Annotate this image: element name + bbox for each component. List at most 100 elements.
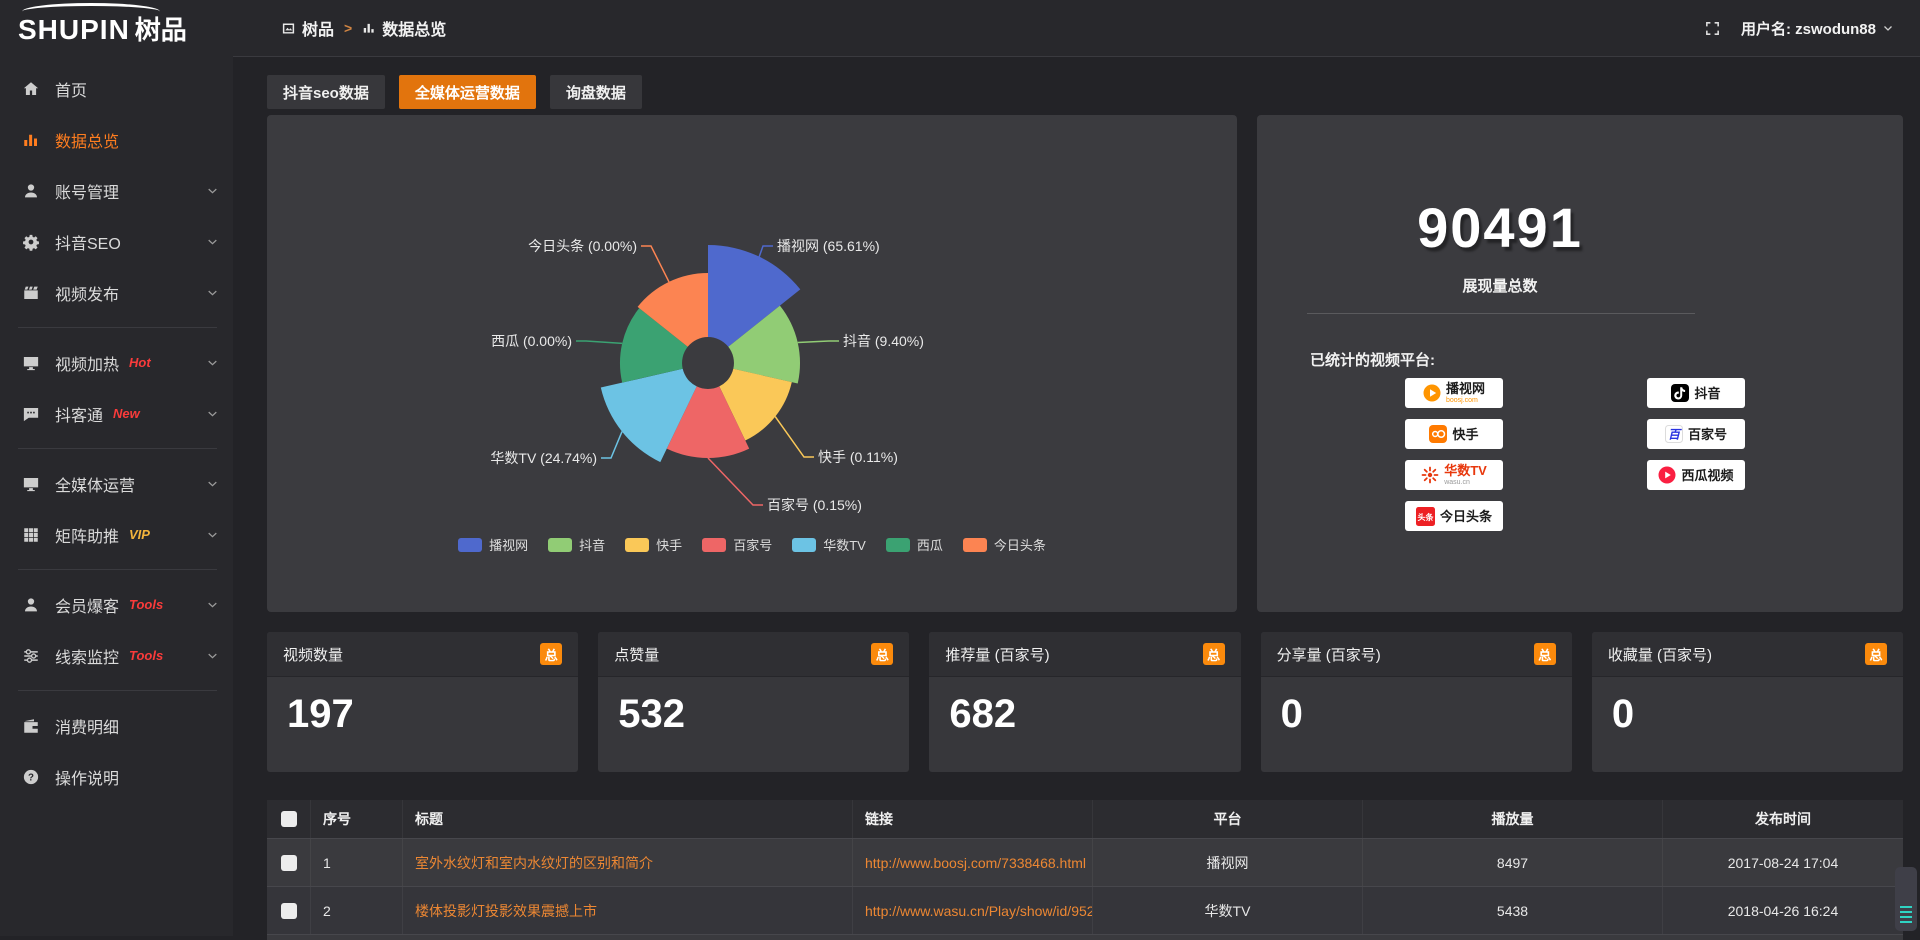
video-url-link[interactable]: http://www.boosj.com/7338468.html <box>865 855 1086 871</box>
pie-label: 播视网 (65.61%) <box>777 238 880 254</box>
sidebar: 首页数据总览账号管理抖音SEO 视频发布视频加热Hot抖客通New 全媒体运营矩阵助… <box>0 57 233 936</box>
fullscreen-icon[interactable] <box>1704 20 1721 37</box>
tab-1[interactable]: 抖音seo数据 <box>267 75 385 109</box>
platform-name: 西瓜视频 <box>1681 469 1733 482</box>
stat-card-value: 0 <box>1281 692 1303 737</box>
data-tabs: 抖音seo数据全媒体运营数据询盘数据 <box>267 75 642 109</box>
platform-sub: wasu.cn <box>1444 479 1470 486</box>
chevron-down-icon <box>206 649 219 662</box>
row-checkbox[interactable] <box>281 855 297 871</box>
table-row-1: 1室外水纹灯和室内水纹灯的区别和简介http://www.boosj.com/7… <box>267 838 1903 886</box>
stat-card-5: 收藏量 (百家号)总0 <box>1592 632 1903 772</box>
pie-label: 华数TV (24.74%) <box>490 450 597 466</box>
stat-card-value: 532 <box>618 692 685 737</box>
breadcrumb: 树品 > 数据总览 <box>281 16 446 40</box>
sidebar-item-label: 操作说明 <box>55 765 119 789</box>
total-badge: 总 <box>871 643 893 665</box>
legend-item-5[interactable]: 华数TV <box>792 535 866 554</box>
legend-swatch <box>458 538 482 552</box>
legend-swatch <box>792 538 816 552</box>
legend-item-3[interactable]: 快手 <box>625 535 682 554</box>
chevron-down-icon <box>206 235 219 248</box>
stat-card-header: 分享量 (百家号)总 <box>1261 632 1572 677</box>
sidebar-item-6[interactable]: 视频加热Hot <box>0 337 233 388</box>
cell-platform: 华数TV <box>1093 887 1363 934</box>
sidebar-item-label: 全媒体运营 <box>55 472 135 496</box>
svg-text:头条: 头条 <box>1417 512 1434 522</box>
sidebar-item-2[interactable]: 数据总览 <box>0 114 233 165</box>
sidebar-item-7[interactable]: 抖客通New <box>0 388 233 439</box>
legend-item-2[interactable]: 抖音 <box>548 535 605 554</box>
cell-index: 2 <box>311 887 403 934</box>
total-badge: 总 <box>540 643 562 665</box>
platform-name: 播视网 <box>1446 382 1485 395</box>
user-menu[interactable]: 用户名: zswodun88 <box>1741 18 1894 39</box>
pie-label: 快手 (0.11%) <box>818 449 898 465</box>
pie-label: 抖音 (9.40%) <box>843 333 924 349</box>
total-impressions-value: 90491 <box>1257 195 1743 260</box>
table-row-partial <box>267 934 1903 940</box>
sidebar-item-label: 账号管理 <box>55 179 119 203</box>
topbar: SHUPIN 树品 树品 > 数据总览 用户 <box>0 0 1920 57</box>
stat-card-label: 点赞量 <box>614 644 659 665</box>
platform-name: 快手 <box>1452 428 1478 441</box>
sliders-icon <box>20 647 42 665</box>
platform-badge-5: 抖音 <box>1647 378 1745 408</box>
stat-card-1: 视频数量总197 <box>267 632 578 772</box>
tab-2[interactable]: 全媒体运营数据 <box>399 75 536 109</box>
breadcrumb-current[interactable]: 数据总览 <box>362 16 446 40</box>
legend-item-4[interactable]: 百家号 <box>702 535 772 554</box>
legend-label: 今日头条 <box>994 535 1046 554</box>
sidebar-item-12[interactable]: 消费明细 <box>0 700 233 751</box>
bar-chart-icon <box>362 21 376 35</box>
platform-name: 华数TV <box>1444 464 1487 477</box>
chevron-down-icon <box>206 356 219 369</box>
chevron-down-icon <box>206 286 219 299</box>
sidebar-item-8[interactable]: 全媒体运营 <box>0 458 233 509</box>
sidebar-item-5[interactable]: 视频发布 <box>0 267 233 318</box>
sidebar-item-label: 视频加热 <box>55 351 119 375</box>
platform-sub: boosj.com <box>1446 397 1478 404</box>
legend-label: 播视网 <box>489 535 528 554</box>
legend-label: 华数TV <box>823 535 866 554</box>
sidebar-item-3[interactable]: 账号管理 <box>0 165 233 216</box>
video-publish-icon <box>20 284 42 302</box>
baijiahao-logo: 百 <box>1665 425 1683 443</box>
total-badge: 总 <box>1865 643 1887 665</box>
sidebar-item-label: 抖音SEO <box>55 230 121 254</box>
select-all-checkbox[interactable] <box>281 811 297 827</box>
legend-item-6[interactable]: 西瓜 <box>886 535 943 554</box>
sidebar-item-13[interactable]: ?操作说明 <box>0 751 233 802</box>
video-url-link[interactable]: http://www.wasu.cn/Play/show/id/952... <box>865 903 1093 919</box>
legend-item-7[interactable]: 今日头条 <box>963 535 1046 554</box>
sidebar-divider <box>18 690 217 691</box>
pie-label: 百家号 (0.15%) <box>767 497 862 513</box>
sidebar-item-4[interactable]: 抖音SEO <box>0 216 233 267</box>
video-title-link[interactable]: 楼体投影灯投影效果震撼上市 <box>415 901 597 921</box>
pie-label: 今日头条 (0.00%) <box>528 238 637 254</box>
sidebar-item-1[interactable]: 首页 <box>0 63 233 114</box>
platform-badge-3: 华数TV wasu.cn <box>1405 460 1503 490</box>
cell-plays: 5438 <box>1363 887 1663 934</box>
col-header-time: 发布时间 <box>1663 800 1903 838</box>
video-title-link[interactable]: 室外水纹灯和室内水纹灯的区别和简介 <box>415 853 653 873</box>
sidebar-item-10[interactable]: 会员爆客Tools <box>0 579 233 630</box>
sidebar-item-11[interactable]: 线索监控Tools <box>0 630 233 681</box>
platform-badge-2: 快手 <box>1405 419 1503 449</box>
col-header-title: 标题 <box>403 800 853 838</box>
sidebar-item-label: 消费明细 <box>55 714 119 738</box>
sidebar-item-9[interactable]: 矩阵助推VIP <box>0 509 233 560</box>
monitor-icon <box>20 354 42 372</box>
floating-widget[interactable] <box>1895 867 1917 931</box>
col-header-platform: 平台 <box>1093 800 1363 838</box>
breadcrumb-root[interactable]: 树品 <box>281 16 334 40</box>
member-icon <box>20 596 42 614</box>
stat-card-label: 分享量 (百家号) <box>1277 644 1381 665</box>
legend-swatch <box>625 538 649 552</box>
sidebar-menu: 首页数据总览账号管理抖音SEO 视频发布视频加热Hot抖客通New 全媒体运营矩阵助… <box>0 63 233 802</box>
legend-item-1[interactable]: 播视网 <box>458 535 528 554</box>
tab-3[interactable]: 询盘数据 <box>550 75 642 109</box>
platform-badge-4: 头条今日头条 <box>1405 501 1503 531</box>
sidebar-divider <box>18 327 217 328</box>
row-checkbox[interactable] <box>281 903 297 919</box>
